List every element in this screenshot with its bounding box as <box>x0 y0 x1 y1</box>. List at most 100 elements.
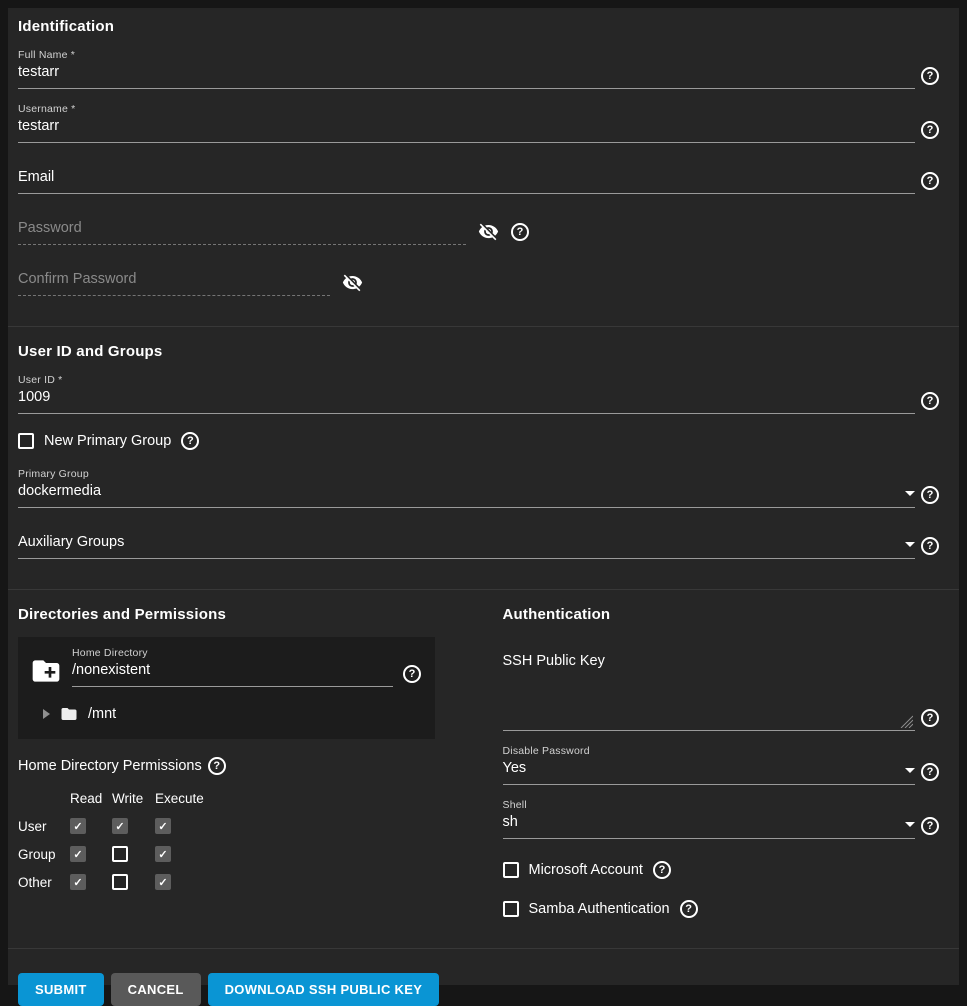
password-visibility-off-icon[interactable] <box>478 221 499 242</box>
directories-column: Directories and Permissions Home Directo… <box>18 606 455 918</box>
permissions-title-row: Home Directory Permissions ? <box>18 757 455 775</box>
permissions-col-write: Write <box>112 791 155 806</box>
disable-password-value: Yes <box>503 760 527 777</box>
auxiliary-groups-row: Auxiliary Groups ? <box>18 534 939 559</box>
microsoft-account-help-icon[interactable]: ? <box>653 861 671 879</box>
email-help-icon[interactable]: ? <box>921 172 939 190</box>
permission-cell: ✓ <box>70 818 112 834</box>
samba-authentication-checkbox[interactable] <box>503 901 519 917</box>
user-id-value: 1009 <box>18 389 50 406</box>
disable-password-select[interactable]: Disable Password Yes <box>503 745 916 785</box>
username-field[interactable]: Username * testarr <box>18 103 915 143</box>
tree-item-mnt[interactable]: /mnt <box>30 705 421 723</box>
section-identification: Identification Full Name * testarr ? Use… <box>8 8 959 326</box>
primary-group-help-icon[interactable]: ? <box>921 486 939 504</box>
section-title-authentication: Authentication <box>503 606 940 623</box>
user-id-field[interactable]: User ID * 1009 <box>18 374 915 414</box>
permission-cell: ✓ <box>155 874 215 890</box>
authentication-column: Authentication SSH Public Key ? D <box>503 606 940 918</box>
submit-button[interactable]: SUBMIT <box>18 973 104 1006</box>
full-name-row: Full Name * testarr ? <box>18 49 939 89</box>
new-primary-group-help-icon[interactable]: ? <box>181 432 199 450</box>
email-label: Email <box>18 169 54 186</box>
primary-group-value: dockermedia <box>18 483 101 500</box>
permission-cell: ✓ <box>112 818 155 834</box>
shell-select[interactable]: Shell sh <box>503 799 916 839</box>
permission-cell: ✓ <box>70 874 112 890</box>
permission-row-label-group: Group <box>18 847 70 862</box>
password-row: Password ? <box>18 220 939 245</box>
home-directory-field[interactable]: Home Directory /nonexistent <box>72 647 393 687</box>
samba-authentication-row: Samba Authentication ? <box>503 900 940 918</box>
microsoft-account-checkbox[interactable] <box>503 862 519 878</box>
username-label: Username * <box>18 103 915 115</box>
new-primary-group-label: New Primary Group <box>44 433 171 449</box>
auxiliary-groups-select[interactable]: Auxiliary Groups <box>18 534 915 559</box>
section-title-identification: Identification <box>18 18 939 35</box>
home-directory-value: /nonexistent <box>72 662 150 679</box>
auxiliary-groups-help-icon[interactable]: ? <box>921 537 939 555</box>
email-row: Email ? <box>18 169 939 194</box>
permission-checkbox-group-execute[interactable]: ✓ <box>155 846 171 862</box>
chevron-down-icon <box>905 768 915 773</box>
permissions-title: Home Directory Permissions <box>18 758 202 774</box>
full-name-help-icon[interactable]: ? <box>921 67 939 85</box>
permission-checkbox-group-read[interactable]: ✓ <box>70 846 86 862</box>
section-title-groups: User ID and Groups <box>18 343 939 360</box>
permissions-col-read: Read <box>70 791 112 806</box>
shell-label: Shell <box>503 799 916 811</box>
primary-group-select[interactable]: Primary Group dockermedia <box>18 468 915 508</box>
section-bottom: Directories and Permissions Home Directo… <box>8 589 959 948</box>
samba-authentication-help-icon[interactable]: ? <box>680 900 698 918</box>
create-new-folder-icon <box>30 655 62 687</box>
permission-row-label-user: User <box>18 819 70 834</box>
permission-checkbox-other-read[interactable]: ✓ <box>70 874 86 890</box>
permission-row-label-other: Other <box>18 875 70 890</box>
permissions-col-execute: Execute <box>155 791 215 806</box>
ssh-public-key-row: ? <box>503 669 940 731</box>
permission-checkbox-other-write[interactable] <box>112 874 128 890</box>
permissions-help-icon[interactable]: ? <box>208 757 226 775</box>
section-user-id-groups: User ID and Groups User ID * 1009 ? New … <box>8 326 959 589</box>
ssh-public-key-textarea[interactable] <box>503 669 916 731</box>
permission-checkbox-group-write[interactable] <box>112 846 128 862</box>
user-id-help-icon[interactable]: ? <box>921 392 939 410</box>
password-help-icon[interactable]: ? <box>511 223 529 241</box>
primary-group-row: Primary Group dockermedia ? <box>18 468 939 508</box>
permission-cell: ✓ <box>155 846 215 862</box>
permission-checkbox-other-execute[interactable]: ✓ <box>155 874 171 890</box>
permission-checkbox-user-execute[interactable]: ✓ <box>155 818 171 834</box>
tree-item-label: /mnt <box>88 706 116 722</box>
user-id-label: User ID * <box>18 374 915 386</box>
ssh-public-key-help-icon[interactable]: ? <box>921 709 939 727</box>
home-directory-row: Home Directory /nonexistent ? <box>30 647 421 687</box>
home-directory-help-icon[interactable]: ? <box>403 665 421 683</box>
shell-help-icon[interactable]: ? <box>921 817 939 835</box>
permission-cell: ✓ <box>155 818 215 834</box>
email-field[interactable]: Email <box>18 169 915 194</box>
folder-icon <box>58 705 80 723</box>
resize-handle-icon[interactable] <box>899 714 913 728</box>
primary-group-label: Primary Group <box>18 468 915 480</box>
cancel-button[interactable]: CANCEL <box>111 973 201 1006</box>
full-name-value: testarr <box>18 64 59 81</box>
home-directory-panel: Home Directory /nonexistent ? /mnt <box>18 637 435 739</box>
download-ssh-public-key-button[interactable]: DOWNLOAD SSH PUBLIC KEY <box>208 973 440 1006</box>
username-help-icon[interactable]: ? <box>921 121 939 139</box>
section-title-directories: Directories and Permissions <box>18 606 455 623</box>
password-field[interactable]: Password <box>18 220 466 245</box>
confirm-password-row: Confirm Password <box>18 271 939 296</box>
samba-authentication-label: Samba Authentication <box>529 901 670 917</box>
permission-checkbox-user-read[interactable]: ✓ <box>70 818 86 834</box>
confirm-password-visibility-off-icon[interactable] <box>342 272 363 293</box>
confirm-password-field[interactable]: Confirm Password <box>18 271 330 296</box>
disable-password-help-icon[interactable]: ? <box>921 763 939 781</box>
permission-checkbox-user-write[interactable]: ✓ <box>112 818 128 834</box>
tree-expand-arrow-icon[interactable] <box>43 709 50 719</box>
new-primary-group-checkbox[interactable] <box>18 433 34 449</box>
full-name-field[interactable]: Full Name * testarr <box>18 49 915 89</box>
password-placeholder: Password <box>18 220 82 237</box>
new-primary-group-row: New Primary Group ? <box>18 432 939 450</box>
home-directory-label: Home Directory <box>72 647 393 659</box>
user-form-card: Identification Full Name * testarr ? Use… <box>8 8 959 985</box>
